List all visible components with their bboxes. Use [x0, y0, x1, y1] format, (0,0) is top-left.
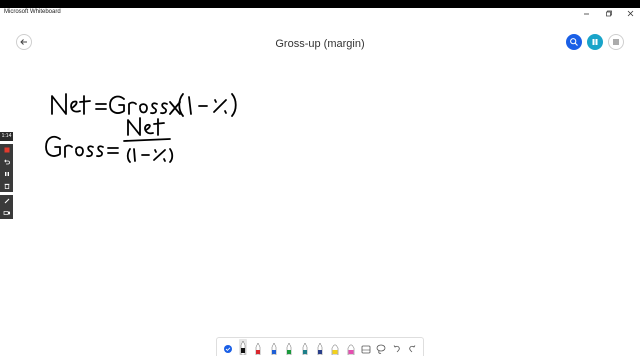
- search-icon: [570, 38, 578, 46]
- pen-icon: [4, 198, 9, 204]
- highlighter-icon: [332, 344, 339, 355]
- share-icon: [592, 39, 598, 45]
- redo-tool[interactable]: [406, 339, 418, 355]
- close-icon[interactable]: [626, 9, 634, 17]
- pen-icon: [271, 342, 277, 355]
- pen-icon: [302, 342, 307, 355]
- lasso-tool[interactable]: [375, 339, 387, 355]
- eraser-icon: [361, 345, 371, 354]
- camera-button[interactable]: [0, 207, 13, 219]
- ink-gross-9: [86, 145, 94, 158]
- pen-toggle-button[interactable]: [0, 195, 13, 207]
- ink-net-5: [144, 123, 154, 135]
- pen-icon: [239, 339, 248, 355]
- ink-canvas[interactable]: [0, 8, 640, 360]
- camera-icon: [3, 211, 10, 215]
- pen-navy[interactable]: [314, 339, 326, 355]
- pen-red[interactable]: [252, 339, 264, 355]
- ink-x-1: [169, 101, 181, 115]
- trash-icon: [4, 183, 9, 189]
- highlighter-pink[interactable]: [345, 339, 357, 355]
- delete-button[interactable]: [0, 180, 13, 192]
- pen-icon: [256, 342, 261, 355]
- ink-net-1: [51, 93, 67, 115]
- restore-icon[interactable]: [604, 9, 612, 17]
- ink-pct-1: [213, 99, 227, 114]
- ink-eq-2: [107, 147, 119, 154]
- recording-controls: [0, 144, 13, 192]
- record-button[interactable]: [0, 144, 13, 156]
- ink-paren-3: [126, 148, 131, 163]
- ink-gross-5: [160, 102, 168, 115]
- ink-one-2: [133, 148, 136, 162]
- ink-gross-1: [109, 95, 125, 114]
- pause-icon: [4, 172, 9, 176]
- recording-toolbar: 1:14: [0, 132, 13, 219]
- highlighter-yellow[interactable]: [329, 339, 341, 355]
- ink-gross-2: [128, 101, 137, 115]
- undo-button[interactable]: [0, 156, 13, 168]
- eraser-tool[interactable]: [360, 339, 372, 355]
- pen-blue[interactable]: [268, 339, 280, 355]
- ink-gross-4: [150, 102, 158, 115]
- recording-extras: [0, 195, 13, 219]
- check-circle-icon: [223, 345, 232, 353]
- ink-net-6: [153, 118, 165, 136]
- redo-icon: [409, 345, 416, 353]
- ink-net-4: [127, 117, 141, 136]
- ink-gross-3: [139, 103, 148, 114]
- header-actions: [566, 34, 624, 50]
- record-icon: [4, 147, 9, 153]
- ink-eq-1: [95, 103, 107, 110]
- ink-pct-2: [153, 149, 166, 162]
- undo-icon: [3, 159, 10, 165]
- app-title: Microsoft Whiteboard: [4, 9, 61, 15]
- ink-paren-1: [178, 93, 184, 117]
- pen-black[interactable]: [237, 339, 249, 355]
- ink-fraction-bar: [123, 138, 171, 142]
- ink-net-2: [70, 100, 81, 113]
- window-controls: [582, 8, 634, 18]
- pen-icon: [286, 342, 292, 355]
- ink-paren-2: [231, 93, 237, 117]
- title-bar: Microsoft Whiteboard: [0, 8, 640, 18]
- ink-gross-7: [64, 144, 73, 158]
- menu-icon: [613, 39, 619, 45]
- ink-gross-8: [75, 146, 84, 157]
- ink-gross-10: [96, 145, 104, 158]
- ink-gross-6: [45, 135, 61, 157]
- ink-paren-4: [169, 148, 174, 163]
- ink-toolbar: [216, 337, 424, 356]
- recording-timer: 1:14: [0, 132, 13, 141]
- menu-button[interactable]: [608, 34, 624, 50]
- lasso-icon: [377, 344, 386, 354]
- pause-button[interactable]: [0, 168, 13, 180]
- pen-green[interactable]: [283, 339, 295, 355]
- minimize-icon[interactable]: [582, 9, 590, 17]
- whiteboard-app: Microsoft Whiteboard Gross-up (margin) 1…: [0, 8, 640, 360]
- pen-icon: [317, 342, 323, 355]
- share-button[interactable]: [587, 34, 603, 50]
- undo-tool[interactable]: [391, 339, 403, 355]
- ink-one-1: [188, 96, 192, 115]
- ink-net-3: [79, 95, 91, 115]
- select-tool[interactable]: [222, 339, 234, 355]
- pen-teal[interactable]: [299, 339, 311, 355]
- board-title[interactable]: Gross-up (margin): [0, 38, 640, 50]
- search-button[interactable]: [566, 34, 582, 50]
- highlighter-icon: [347, 344, 354, 355]
- undo-icon: [393, 345, 400, 353]
